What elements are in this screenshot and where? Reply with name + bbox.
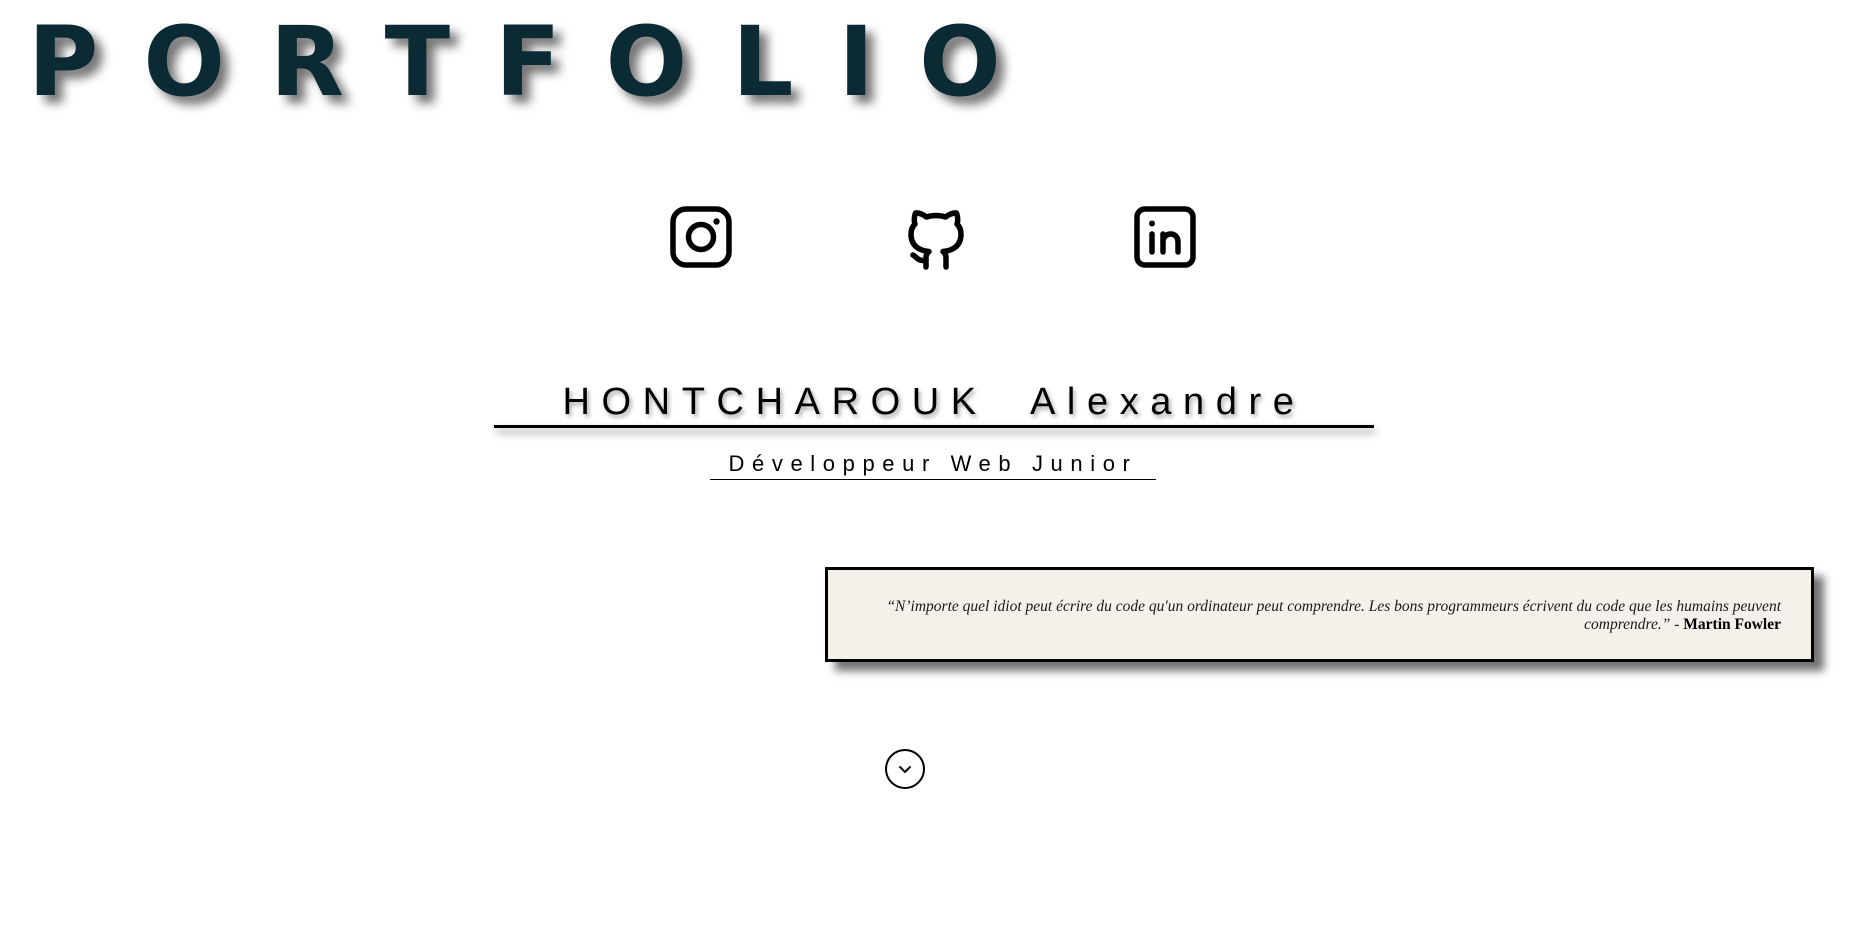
portfolio-page: PORTFOLIO HONTCHAROUK Alexandre Développ… <box>0 0 1859 938</box>
scroll-down-button[interactable] <box>885 749 925 789</box>
github-icon <box>908 210 964 270</box>
linkedin-link[interactable] <box>1132 204 1198 270</box>
instagram-icon <box>670 206 732 268</box>
name-underline <box>494 425 1374 428</box>
linkedin-icon <box>1134 206 1196 268</box>
job-title-underline <box>710 479 1156 480</box>
social-links <box>668 204 1208 270</box>
quote-separator: - <box>1670 616 1684 633</box>
quote-text: “N’importe quel idiot peut écrire du cod… <box>886 598 1781 633</box>
job-title: Développeur Web Junior <box>728 451 1138 476</box>
github-link[interactable] <box>900 204 966 270</box>
quote-box: “N’importe quel idiot peut écrire du cod… <box>825 567 1814 662</box>
chevron-down-icon <box>899 766 911 773</box>
page-title: PORTFOLIO <box>28 6 1046 118</box>
instagram-link[interactable] <box>668 204 734 270</box>
person-name: HONTCHAROUK Alexandre <box>562 381 1306 423</box>
quote-author: Martin Fowler <box>1683 616 1781 633</box>
